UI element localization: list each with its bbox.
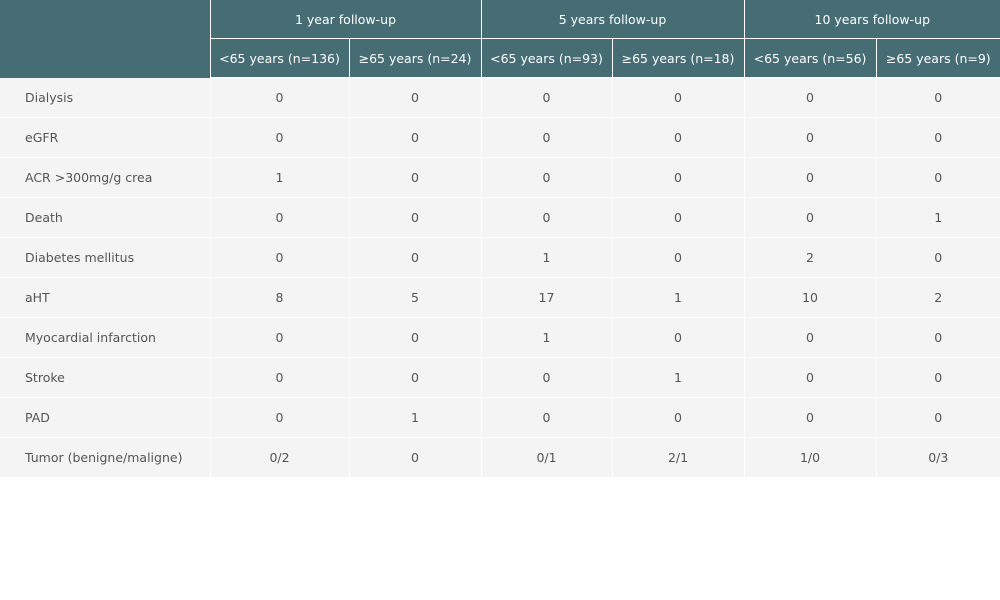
subheader-cell: <65 years (n=93) [481, 38, 613, 78]
row-label: Myocardial infarction [0, 317, 211, 358]
table-row: aHT 8 5 17 1 10 2 [0, 277, 1000, 318]
row-label: Diabetes mellitus [0, 237, 211, 278]
subheader-cell: ≥65 years (n=9) [876, 38, 1000, 78]
table-cell: 17 [481, 277, 613, 318]
row-label: Tumor (benigne/maligne) [0, 437, 211, 478]
table-row: Death 0 0 0 0 0 1 [0, 197, 1000, 238]
table-cell: 0 [210, 77, 350, 118]
table-cell: 0 [744, 197, 877, 238]
row-label: ACR >300mg/g crea [0, 157, 211, 198]
table-cell: 0 [349, 357, 482, 398]
table-row: Dialysis 0 0 0 0 0 0 [0, 77, 1000, 118]
table-cell: 0 [612, 77, 745, 118]
table-cell: 0 [876, 357, 1000, 398]
table-cell: 1 [210, 157, 350, 198]
table-cell: 0 [612, 197, 745, 238]
table-cell: 0 [876, 77, 1000, 118]
table-cell: 0 [744, 317, 877, 358]
table-cell: 0 [612, 397, 745, 438]
table-cell: 1/0 [744, 437, 877, 478]
table-row: Myocardial infarction 0 0 1 0 0 0 [0, 317, 1000, 358]
row-label: eGFR [0, 117, 211, 158]
table-cell: 1 [612, 357, 745, 398]
table-cell: 0 [612, 117, 745, 158]
table-row: PAD 0 1 0 0 0 0 [0, 397, 1000, 438]
table-cell: 0 [744, 117, 877, 158]
table-cell: 0 [349, 197, 482, 238]
table-cell: 2/1 [612, 437, 745, 478]
table-cell: 0 [349, 117, 482, 158]
table-cell: 0 [481, 117, 613, 158]
header-group-10-years: 10 years follow-up [744, 0, 1000, 39]
header-group-5-years: 5 years follow-up [481, 0, 745, 39]
table-cell: 0 [349, 437, 482, 478]
header-corner-cell [0, 0, 211, 78]
table-row: Stroke 0 0 0 1 0 0 [0, 357, 1000, 398]
table-cell: 0/2 [210, 437, 350, 478]
row-label: aHT [0, 277, 211, 318]
table-cell: 0 [876, 117, 1000, 158]
table-cell: 1 [349, 397, 482, 438]
table-row: Diabetes mellitus 0 0 1 0 2 0 [0, 237, 1000, 278]
table-cell: 5 [349, 277, 482, 318]
table-cell: 1 [876, 197, 1000, 238]
table-cell: 1 [612, 277, 745, 318]
table-cell: 2 [876, 277, 1000, 318]
table-cell: 0 [481, 357, 613, 398]
subheader-cell: <65 years (n=56) [744, 38, 877, 78]
table-cell: 0 [349, 317, 482, 358]
table-cell: 0 [612, 317, 745, 358]
table-cell: 0 [349, 157, 482, 198]
table-cell: 0 [744, 157, 877, 198]
row-label: Dialysis [0, 77, 211, 118]
table-cell: 0 [210, 237, 350, 278]
table-row: eGFR 0 0 0 0 0 0 [0, 117, 1000, 158]
header-group-1-year: 1 year follow-up [210, 0, 482, 39]
row-label: PAD [0, 397, 211, 438]
table-cell: 0 [612, 157, 745, 198]
table-cell: 0 [744, 77, 877, 118]
table-header: 1 year follow-up 5 years follow-up 10 ye… [0, 0, 1000, 78]
subheader-cell: ≥65 years (n=18) [612, 38, 745, 78]
row-label: Stroke [0, 357, 211, 398]
table-cell: 0 [210, 317, 350, 358]
table-cell: 0 [349, 77, 482, 118]
table-cell: 0 [481, 77, 613, 118]
table-row: Tumor (benigne/maligne) 0/2 0 0/1 2/1 1/… [0, 437, 1000, 478]
table-cell: 0 [349, 237, 482, 278]
table-cell: 0 [876, 317, 1000, 358]
table-cell: 0 [876, 237, 1000, 278]
table-row: ACR >300mg/g crea 1 0 0 0 0 0 [0, 157, 1000, 198]
table-cell: 0 [744, 397, 877, 438]
table-cell: 1 [481, 317, 613, 358]
table-cell: 2 [744, 237, 877, 278]
table-cell: 0 [744, 357, 877, 398]
table-cell: 0 [612, 237, 745, 278]
table-cell: 10 [744, 277, 877, 318]
table-cell: 0/1 [481, 437, 613, 478]
table-cell: 0 [210, 357, 350, 398]
table-cell: 0/3 [876, 437, 1000, 478]
subheader-cell: <65 years (n=136) [210, 38, 350, 78]
subheader-cell: ≥65 years (n=24) [349, 38, 482, 78]
header-group-row: 1 year follow-up 5 years follow-up 10 ye… [0, 0, 1000, 78]
table-cell: 0 [876, 397, 1000, 438]
table-cell: 0 [210, 397, 350, 438]
table-cell: 0 [210, 117, 350, 158]
table-cell: 0 [210, 197, 350, 238]
table-cell: 0 [481, 157, 613, 198]
table-body: Dialysis 0 0 0 0 0 0 eGFR 0 0 0 0 0 0 AC… [0, 77, 1000, 478]
table-cell: 0 [481, 197, 613, 238]
row-label: Death [0, 197, 211, 238]
table-cell: 1 [481, 237, 613, 278]
follow-up-outcomes-table: 1 year follow-up 5 years follow-up 10 ye… [0, 0, 1000, 478]
table-cell: 0 [481, 397, 613, 438]
table-cell: 8 [210, 277, 350, 318]
table-cell: 0 [876, 157, 1000, 198]
